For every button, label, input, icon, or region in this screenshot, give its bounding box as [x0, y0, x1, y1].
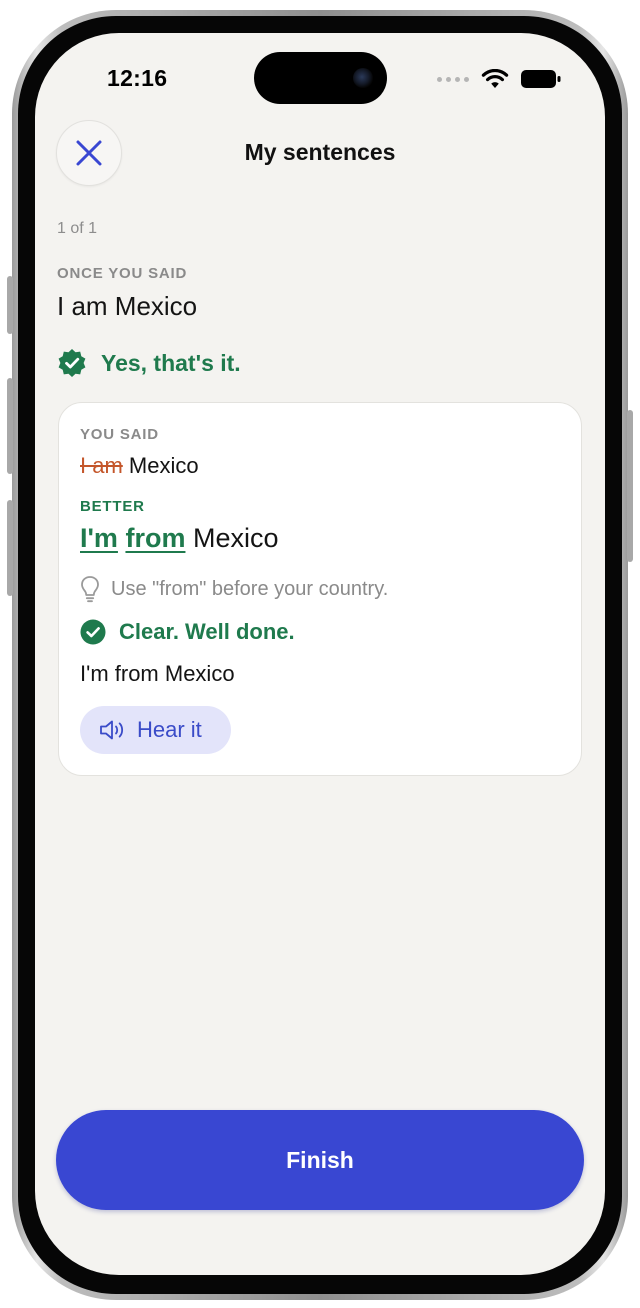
wifi-icon — [481, 69, 509, 88]
better-word-1: I'm — [80, 523, 118, 553]
status-time: 12:16 — [107, 65, 168, 91]
finish-label: Finish — [286, 1146, 354, 1173]
progress-counter: 1 of 1 — [57, 220, 98, 237]
lightbulb-icon — [81, 576, 99, 603]
final-sentence: I'm from Mexico — [80, 661, 235, 686]
action-button — [7, 276, 13, 334]
volume-down-button — [7, 500, 13, 596]
finish-button[interactable]: Finish — [56, 1110, 584, 1210]
dynamic-island — [254, 52, 387, 104]
better-sentence: I'm from Mexico — [80, 523, 278, 554]
signal-dots-icon — [437, 76, 469, 82]
battery-icon — [521, 70, 561, 88]
correction-card: YOU SAID I am Mexico BETTER I'm from Mex… — [58, 402, 582, 776]
better-rest: Mexico — [185, 523, 279, 553]
power-button — [627, 410, 633, 562]
result-row: Clear. Well done. — [80, 619, 295, 645]
once-you-said-label: ONCE YOU SAID — [57, 265, 188, 282]
front-camera — [353, 68, 373, 88]
confirmation-row: Yes, that's it. — [57, 348, 241, 378]
you-said-sentence: I am Mexico — [80, 453, 199, 479]
speaker-icon — [100, 720, 124, 740]
app-screen: 12:16 My sentences 1 of 1 ONCE YOU SAID … — [35, 33, 605, 1275]
removed-words: I am — [80, 453, 123, 478]
you-said-label: YOU SAID — [80, 426, 159, 443]
confirmation-text: Yes, that's it. — [101, 349, 241, 376]
check-circle-icon — [80, 619, 106, 645]
page-title: My sentences — [244, 139, 396, 165]
hear-it-label: Hear it — [137, 717, 202, 742]
better-word-2: from — [125, 523, 186, 553]
better-label: BETTER — [80, 498, 145, 515]
kept-words: Mexico — [122, 453, 199, 478]
volume-up-button — [7, 378, 13, 474]
hear-it-button[interactable]: Hear it — [80, 706, 231, 754]
result-text: Clear. Well done. — [119, 619, 295, 644]
original-sentence: I am Mexico — [57, 291, 198, 321]
tip-text: Use "from" before your country. — [111, 577, 389, 600]
tip-row: Use "from" before your country. — [80, 575, 388, 603]
status-icons — [437, 69, 561, 89]
verified-badge-icon — [58, 349, 86, 377]
